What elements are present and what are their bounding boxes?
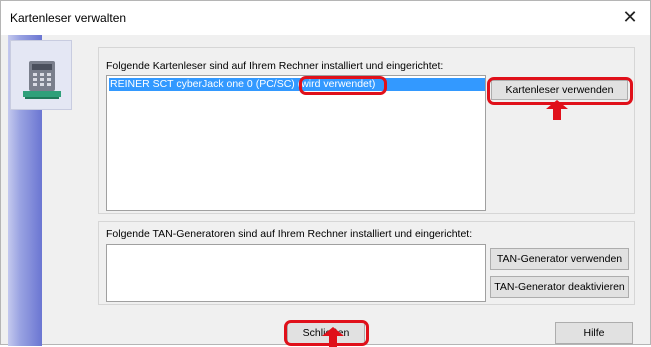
reader-name: REINER SCT cyberJack one 0 (PC/SC) (110, 78, 295, 90)
use-tan-generator-button[interactable]: TAN-Generator verwenden (490, 248, 629, 270)
tan-list[interactable] (106, 244, 486, 302)
window-title: Kartenleser verwalten (10, 11, 127, 25)
title-bar: Kartenleser verwalten ✕ (1, 1, 650, 35)
help-button[interactable]: Hilfe (555, 322, 633, 344)
dialog-window: Kartenleser verwalten ✕ Folgende Kartenl… (0, 0, 651, 347)
card-reader-icon (23, 61, 61, 99)
readers-list[interactable]: REINER SCT cyberJack one 0 (PC/SC) (wird… (106, 75, 486, 211)
sidebar-icon-tile (10, 40, 72, 110)
tan-group-label: Folgende TAN-Generatoren sind auf Ihrem … (106, 228, 473, 240)
deactivate-tan-generator-button[interactable]: TAN-Generator deaktivieren (490, 276, 629, 298)
list-item[interactable]: REINER SCT cyberJack one 0 (PC/SC) (wird… (109, 78, 485, 91)
arrow-up-icon (322, 327, 344, 347)
tan-group: Folgende TAN-Generatoren sind auf Ihrem … (98, 221, 635, 305)
readers-group: Folgende Kartenleser sind auf Ihrem Rech… (98, 47, 635, 214)
status-highlight (299, 76, 387, 95)
close-icon[interactable]: ✕ (620, 8, 640, 28)
readers-group-label: Folgende Kartenleser sind auf Ihrem Rech… (106, 60, 444, 72)
arrow-up-icon (546, 100, 568, 120)
